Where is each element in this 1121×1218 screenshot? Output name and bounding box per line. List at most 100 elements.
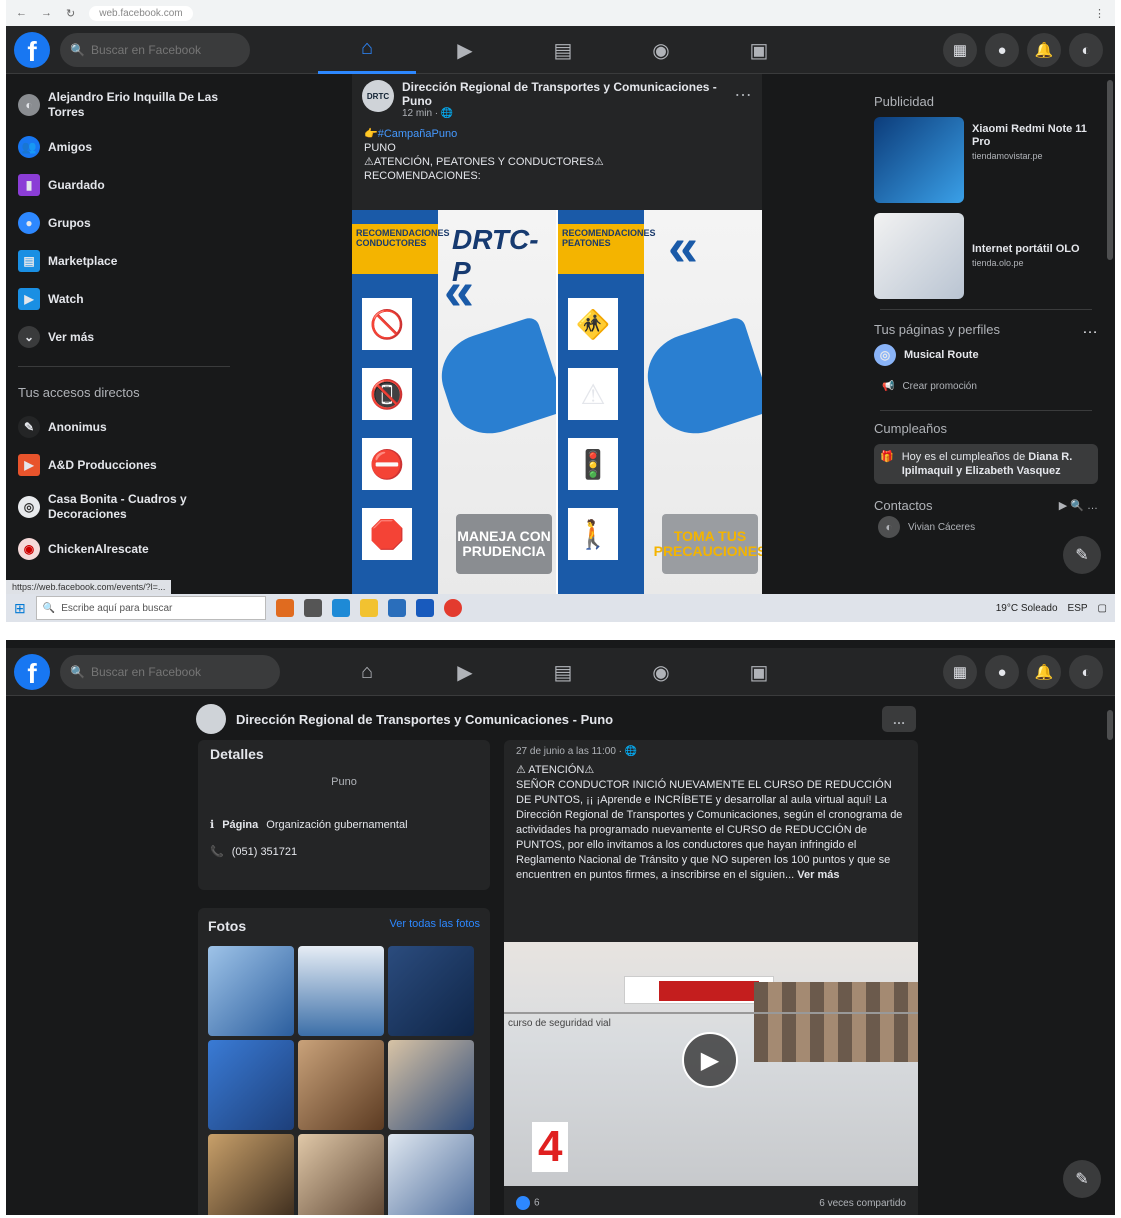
sidebar-item-profile[interactable]: ◐ Alejandro Erio Inquilla De Las Torres <box>12 82 236 128</box>
search-input[interactable] <box>90 664 231 679</box>
photo-thumbnail[interactable] <box>298 1040 384 1130</box>
language-indicator[interactable]: ESP <box>1068 603 1088 614</box>
watch-icon[interactable]: ▶ <box>416 26 514 74</box>
watch-icon[interactable]: ▶ <box>416 648 514 696</box>
account-avatar[interactable]: ◐ <box>1069 655 1103 689</box>
birthday-card[interactable]: 🎁 Hoy es el cumpleaños de Diana R. Ipilm… <box>874 444 1098 484</box>
messenger-icon[interactable]: ● <box>985 655 1019 689</box>
photo-thumbnail[interactable] <box>388 1134 474 1215</box>
account-avatar[interactable]: ◐ <box>1069 33 1103 67</box>
more-options-icon[interactable]: … <box>734 80 752 119</box>
marketplace-icon[interactable]: ▤ <box>514 26 612 74</box>
post-author[interactable]: Dirección Regional de Transportes y Comu… <box>402 80 726 108</box>
see-all-photos-link[interactable]: Ver todas las fotos <box>390 918 481 934</box>
right-sidebar: Publicidad Xiaomi Redmi Note 11 Pro tiend… <box>868 74 1104 594</box>
ad-item[interactable]: Internet portátil OLO tienda.olo.pe <box>874 213 1098 299</box>
back-icon[interactable]: ← <box>16 7 27 19</box>
play-icon[interactable]: ▶ <box>682 1032 738 1088</box>
reactions[interactable]: 6 <box>516 1196 540 1210</box>
ad-item[interactable]: Xiaomi Redmi Note 11 Pro tiendamovistar.p… <box>874 117 1098 203</box>
photo-thumbnail[interactable] <box>298 1134 384 1215</box>
menu-grid-icon[interactable]: ▦ <box>943 655 977 689</box>
photo-thumbnail[interactable] <box>208 1134 294 1215</box>
info-icon: ℹ <box>210 819 215 831</box>
reload-icon[interactable]: ↻ <box>66 7 75 20</box>
contact-item[interactable]: ◐ Vivian Cáceres <box>874 513 1098 541</box>
notifications-icon[interactable]: 🔔 <box>1027 655 1061 689</box>
phone-icon: 📞 <box>210 846 224 858</box>
messenger-icon[interactable]: ● <box>985 33 1019 67</box>
more-options-icon[interactable]: … <box>1082 320 1098 338</box>
sidebar-item-friends[interactable]: 👥 Amigos <box>12 128 236 166</box>
photo-thumbnail[interactable] <box>208 1040 294 1130</box>
home-icon[interactable]: ⌂ <box>318 648 416 696</box>
marketplace-icon[interactable]: ▤ <box>514 648 612 696</box>
groups-icon[interactable]: ◉ <box>612 26 710 74</box>
more-options-button[interactable]: … <box>882 706 916 732</box>
taskbar-search[interactable]: 🔍 Escribe aquí para buscar <box>35 596 266 620</box>
shortcut-item[interactable]: ◉ ChickenAlrescate <box>12 530 236 568</box>
ad-site: tienda.olo.pe <box>972 258 1024 268</box>
photo-thumbnail[interactable] <box>388 946 474 1036</box>
video-call-icon[interactable]: ▶ 🔍 … <box>1059 499 1098 512</box>
shortcut-item[interactable]: ◎ Casa Bonita - Cuadros y Decoraciones <box>12 484 236 530</box>
sidebar-item-marketplace[interactable]: ▤ Marketplace <box>12 242 236 280</box>
details-card: Detalles Puno ℹ Página Organización gube… <box>198 740 490 890</box>
search-box[interactable]: 🔍 <box>60 32 250 67</box>
phone-number[interactable]: (051) 351721 <box>232 846 297 858</box>
page-avatar[interactable]: DRTC <box>362 80 394 112</box>
post-image[interactable]: RECOMENDACIONES CONDUCTORES DRTC-P « 🚫 📵… <box>352 210 762 594</box>
extensions-icon[interactable]: ⋮ <box>1094 7 1105 20</box>
post-time[interactable]: 12 min · 🌐 <box>402 108 726 119</box>
page-title[interactable]: Dirección Regional de Transportes y Comu… <box>236 712 613 727</box>
video-number: 4 <box>532 1122 569 1172</box>
notifications-icon[interactable]: 🔔 <box>1027 33 1061 67</box>
weather-status[interactable]: 19°C Soleado <box>996 603 1058 614</box>
task-view-icon[interactable] <box>303 599 322 617</box>
sidebar-item-saved[interactable]: ▮ Guardado <box>12 166 236 204</box>
file-explorer-icon[interactable] <box>359 599 378 617</box>
search-input[interactable] <box>90 42 231 57</box>
address-bar[interactable]: web.facebook.com <box>89 5 193 21</box>
photo-thumbnail[interactable] <box>298 946 384 1036</box>
chrome-icon[interactable] <box>443 599 462 617</box>
sidebar-item-label: Watch <box>48 292 84 306</box>
facebook-logo-icon[interactable]: f <box>14 653 50 690</box>
sidebar-item-watch[interactable]: ▶ Watch <box>12 280 236 318</box>
photo-thumbnail[interactable] <box>208 946 294 1036</box>
taskbar-app-icon[interactable] <box>275 599 294 617</box>
gaming-icon[interactable]: ▣ <box>710 648 808 696</box>
scrollbar[interactable] <box>1107 710 1113 740</box>
hashtag-link[interactable]: #CampañaPuno <box>378 128 458 140</box>
edge-icon[interactable] <box>331 599 350 617</box>
create-promo-link[interactable]: 📢 Crear promoción <box>874 372 1098 400</box>
sidebar-item-see-more[interactable]: ⌄ Ver más <box>12 318 236 356</box>
gaming-icon[interactable]: ▣ <box>710 26 808 74</box>
search-box[interactable]: 🔍 <box>60 654 280 689</box>
compose-message-icon[interactable]: ✎ <box>1063 1160 1101 1198</box>
page-avatar[interactable] <box>196 704 226 734</box>
menu-grid-icon[interactable]: ▦ <box>943 33 977 67</box>
see-more-link[interactable]: Ver más <box>797 869 839 881</box>
groups-icon[interactable]: ◉ <box>612 648 710 696</box>
post-text: ⚠ ATENCIÓN⚠ SEÑOR CONDUCTOR INICIÓ NUEVA… <box>504 763 918 883</box>
forward-icon[interactable]: → <box>41 7 52 19</box>
megaphone-icon <box>637 315 762 445</box>
shortcut-item[interactable]: ▶ A&D Producciones <box>12 446 236 484</box>
shortcut-item[interactable]: ✎ Anonimus <box>12 408 236 446</box>
compose-message-icon[interactable]: ✎ <box>1063 536 1101 574</box>
post-date-text: 27 de junio a las 11:00 <box>516 746 616 757</box>
sidebar-item-groups[interactable]: ● Grupos <box>12 204 236 242</box>
scrollbar[interactable] <box>1107 80 1113 260</box>
store-icon[interactable] <box>387 599 406 617</box>
shares-count[interactable]: 6 veces compartido <box>819 1198 906 1209</box>
page-item[interactable]: ◎ Musical Route <box>874 338 1098 372</box>
post-date[interactable]: 27 de junio a las 11:00 · 🌐 <box>504 740 918 763</box>
post-video[interactable]: curso de seguridad vial ▶ 4 <box>504 942 918 1186</box>
word-icon[interactable] <box>415 599 434 617</box>
photo-thumbnail[interactable] <box>388 1040 474 1130</box>
home-icon[interactable]: ⌂ <box>318 26 416 74</box>
notification-center-icon[interactable]: ▢ <box>1098 603 1107 614</box>
windows-start-icon[interactable]: ⊞ <box>14 600 26 617</box>
facebook-logo-icon[interactable]: f <box>14 31 50 68</box>
